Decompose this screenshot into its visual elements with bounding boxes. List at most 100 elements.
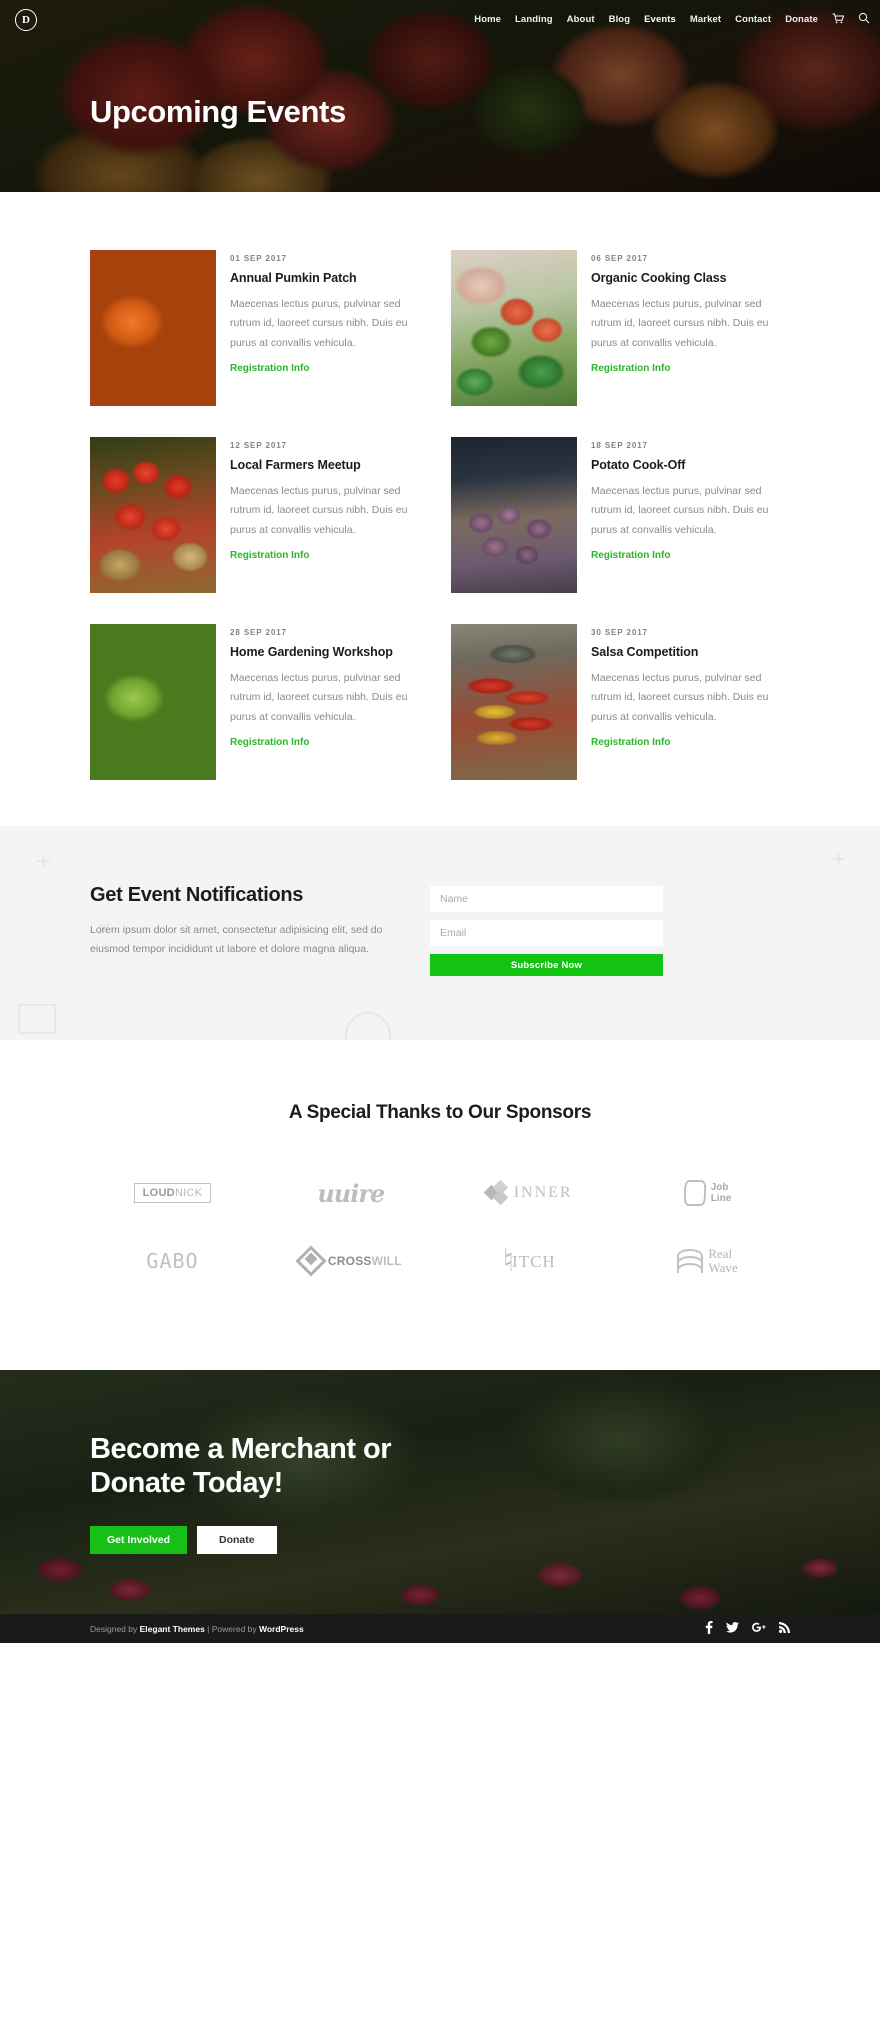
crossed-diamond-icon xyxy=(295,1245,327,1277)
sponsor-logo-uuire[interactable]: uuire xyxy=(268,1168,433,1218)
sponsor-gabo-text: GABO xyxy=(146,1249,199,1273)
twitter-icon[interactable] xyxy=(726,1622,739,1635)
sponsor-row: GABO CROSSWILL ♮ ITCH Real Wave xyxy=(90,1236,790,1286)
sponsors-heading: A Special Thanks to Our Sponsors xyxy=(288,1102,592,1123)
search-icon[interactable] xyxy=(858,12,870,27)
footer-social-links xyxy=(705,1621,790,1636)
decorative-plus-icon: + xyxy=(36,846,52,876)
event-title: Local Farmers Meetup xyxy=(230,458,361,472)
nav-item-contact[interactable]: Contact xyxy=(735,14,771,25)
event-card[interactable]: 01 SEP 2017 Annual Pumkin Patch Maecenas… xyxy=(90,250,429,406)
signup-heading: Get Event Notifications xyxy=(90,884,304,906)
event-image xyxy=(451,624,577,780)
donate-button[interactable]: Donate xyxy=(197,1526,277,1555)
footer-credit-middle: | Powered by xyxy=(204,1623,259,1634)
footer-credit-brand[interactable]: Elegant Themes xyxy=(140,1624,205,1634)
decorative-square-icon xyxy=(18,1004,56,1034)
sponsor-logo-realwave[interactable]: Real Wave xyxy=(625,1236,790,1286)
event-title: Organic Cooking Class xyxy=(591,271,727,285)
name-input[interactable] xyxy=(430,886,663,912)
event-title: Salsa Competition xyxy=(591,645,699,659)
event-date: 06 SEP 2017 xyxy=(591,254,648,263)
event-title: Home Gardening Workshop xyxy=(230,645,393,659)
registration-info-link[interactable]: Registration Info xyxy=(591,737,790,748)
registration-info-link[interactable]: Registration Info xyxy=(591,363,790,374)
sponsor-crosswill-bold: CROSS xyxy=(327,1254,372,1268)
events-row: 12 SEP 2017 Local Farmers Meetup Maecena… xyxy=(90,437,790,593)
get-involved-button[interactable]: Get Involved xyxy=(90,1526,188,1555)
sponsor-row: LOUDNICK uuire INNER Job Line xyxy=(90,1168,790,1218)
nav-item-market[interactable]: Market xyxy=(690,14,721,25)
event-card[interactable]: 06 SEP 2017 Organic Cooking Class Maecen… xyxy=(451,250,790,406)
event-title: Annual Pumkin Patch xyxy=(230,271,357,285)
event-card[interactable]: 30 SEP 2017 Salsa Competition Maecenas l… xyxy=(451,624,790,780)
google-plus-icon[interactable] xyxy=(752,1622,766,1635)
sponsor-logo-inner[interactable]: INNER xyxy=(447,1168,612,1218)
sponsor-loudnick-light: NICK xyxy=(174,1187,203,1199)
event-card[interactable]: 28 SEP 2017 Home Gardening Workshop Maec… xyxy=(90,624,429,780)
cta-heading: Become a Merchant or Donate Today! xyxy=(90,1432,790,1500)
cta-heading-line2: Donate Today! xyxy=(90,1467,283,1500)
decorative-circle-icon xyxy=(345,1012,391,1040)
nav-item-blog[interactable]: Blog xyxy=(609,14,631,25)
wave-icon xyxy=(677,1249,704,1273)
event-card[interactable]: 12 SEP 2017 Local Farmers Meetup Maecena… xyxy=(90,437,429,593)
event-date: 01 SEP 2017 xyxy=(230,254,287,263)
event-description: Maecenas lectus purus, pulvinar sed rutr… xyxy=(591,485,769,536)
site-logo[interactable]: D xyxy=(15,9,37,31)
event-image xyxy=(90,250,216,406)
footer-credit-platform[interactable]: WordPress xyxy=(259,1624,304,1634)
event-image xyxy=(90,437,216,593)
nav-item-donate[interactable]: Donate xyxy=(785,14,818,25)
cta-heading-line1: Become a Merchant or xyxy=(90,1433,392,1465)
event-date: 12 SEP 2017 xyxy=(230,441,287,450)
registration-info-link[interactable]: Registration Info xyxy=(230,550,429,561)
decorative-plus-icon: + xyxy=(830,844,846,874)
cart-icon[interactable] xyxy=(832,13,845,27)
event-description: Maecenas lectus purus, pulvinar sed rutr… xyxy=(230,672,408,723)
event-image xyxy=(451,437,577,593)
sponsor-logo-crosswill[interactable]: CROSSWILL xyxy=(268,1236,433,1286)
sponsor-jobline-line1: Job xyxy=(710,1181,729,1193)
event-description: Maecenas lectus purus, pulvinar sed rutr… xyxy=(591,298,769,349)
sponsor-logo-pitch[interactable]: ♮ ITCH xyxy=(447,1236,612,1286)
sponsor-realwave-line1: Real xyxy=(708,1245,733,1261)
registration-info-link[interactable]: Registration Info xyxy=(591,550,790,561)
sponsors-section: A Special Thanks to Our Sponsors LOUDNIC… xyxy=(0,1040,880,1370)
sponsor-jobline-line2: Line xyxy=(710,1193,732,1204)
email-input[interactable] xyxy=(430,920,663,946)
subscribe-button[interactable]: Subscribe Now xyxy=(430,954,663,976)
sponsor-loudnick-bold: LOUD xyxy=(142,1187,175,1199)
sponsor-logo-loudnick[interactable]: LOUDNICK xyxy=(90,1168,255,1218)
event-card[interactable]: 18 SEP 2017 Potato Cook-Off Maecenas lec… xyxy=(451,437,790,593)
sponsor-realwave-line2: Wave xyxy=(708,1260,738,1275)
sponsor-pitch-text: ITCH xyxy=(512,1251,556,1271)
signup-description: Lorem ipsum dolor sit amet, consectetur … xyxy=(90,924,383,956)
sponsor-uuire-text: uuire xyxy=(317,1178,385,1208)
hexagon-icon xyxy=(683,1180,707,1206)
event-description: Maecenas lectus purus, pulvinar sed rutr… xyxy=(230,298,408,349)
nav-item-events[interactable]: Events xyxy=(644,14,676,25)
event-title: Potato Cook-Off xyxy=(591,458,686,472)
events-row: 01 SEP 2017 Annual Pumkin Patch Maecenas… xyxy=(90,250,790,406)
event-image xyxy=(451,250,577,406)
page-title: Upcoming Events xyxy=(90,94,346,129)
footer-credit: Designed by Elegant Themes | Powered by … xyxy=(90,1624,304,1634)
nav-item-about[interactable]: About xyxy=(567,14,595,25)
event-date: 18 SEP 2017 xyxy=(591,441,648,450)
nav-item-landing[interactable]: Landing xyxy=(515,14,553,25)
events-row: 28 SEP 2017 Home Gardening Workshop Maec… xyxy=(90,624,790,780)
event-description: Maecenas lectus purus, pulvinar sed rutr… xyxy=(591,672,769,723)
facebook-icon[interactable] xyxy=(705,1621,713,1636)
sponsor-crosswill-light: WILL xyxy=(371,1254,402,1268)
site-footer: Designed by Elegant Themes | Powered by … xyxy=(0,1614,880,1643)
sponsor-logo-jobline[interactable]: Job Line xyxy=(625,1168,790,1218)
registration-info-link[interactable]: Registration Info xyxy=(230,737,429,748)
registration-info-link[interactable]: Registration Info xyxy=(230,363,429,374)
diamond-icon xyxy=(483,1179,508,1206)
sponsor-logo-gabo[interactable]: GABO xyxy=(90,1236,255,1286)
hero-banner: D Home Landing About Blog Events Market … xyxy=(0,0,880,192)
rss-icon[interactable] xyxy=(779,1622,790,1635)
event-image xyxy=(90,624,216,780)
nav-item-home[interactable]: Home xyxy=(474,14,501,25)
